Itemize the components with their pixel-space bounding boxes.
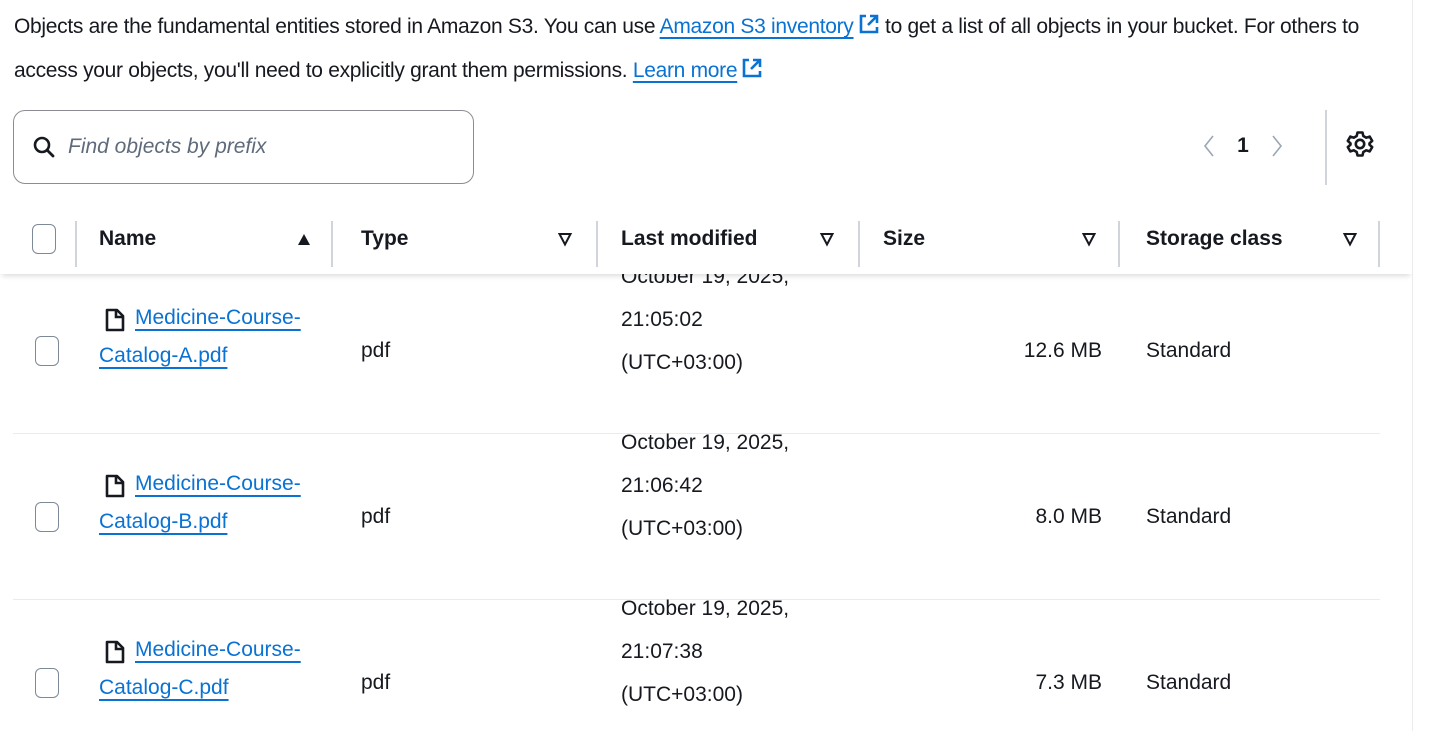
column-header-type[interactable]: Type	[361, 204, 408, 274]
sort-descending-icon[interactable]	[1081, 231, 1097, 247]
objects-panel: Objects are the fundamental entities sto…	[0, 0, 1412, 731]
table-row: Medicine-Course- Catalog-B.pdf pdf Octob…	[0, 431, 1412, 600]
s3-inventory-link[interactable]: Amazon S3 inventory	[660, 14, 880, 38]
search-box[interactable]	[13, 110, 474, 184]
gear-icon	[1346, 131, 1374, 157]
next-page-button[interactable]	[1263, 126, 1291, 166]
chevron-left-icon	[1203, 135, 1214, 157]
table-row: Medicine-Course- Catalog-C.pdf pdf Octob…	[0, 597, 1412, 731]
object-name-link[interactable]: Catalog-B.pdf	[99, 503, 227, 541]
modified-time: 21:06:42	[621, 474, 703, 497]
object-type: pdf	[361, 505, 391, 528]
object-storage-class: Standard	[1146, 339, 1232, 362]
column-header-size[interactable]: Size	[883, 204, 925, 274]
sort-descending-icon[interactable]	[819, 231, 835, 247]
object-size: 8.0 MB	[1035, 505, 1102, 528]
sort-descending-icon[interactable]	[557, 231, 573, 247]
modified-timezone: (UTC+03:00)	[621, 351, 743, 374]
object-name-link[interactable]: Catalog-C.pdf	[99, 669, 229, 707]
object-name-link[interactable]: Medicine-Course-	[135, 465, 301, 503]
file-icon	[105, 474, 125, 498]
page-scrollbar[interactable]	[1412, 0, 1445, 731]
modified-date: October 19, 2025,	[621, 431, 790, 454]
external-link-icon	[858, 8, 880, 50]
file-icon	[105, 640, 125, 664]
column-divider[interactable]	[858, 221, 860, 267]
external-link-icon	[741, 52, 763, 94]
page-number-button[interactable]: 1	[1223, 134, 1263, 158]
row-checkbox[interactable]	[35, 668, 59, 698]
modified-time: 21:05:02	[621, 308, 703, 331]
pagination: 1	[1195, 124, 1291, 168]
object-size: 12.6 MB	[1023, 339, 1102, 362]
search-icon	[32, 135, 56, 159]
table-row: Medicine-Course- Catalog-A.pdf pdf Octob…	[0, 265, 1412, 434]
object-size: 7.3 MB	[1035, 671, 1102, 694]
learn-more-link[interactable]: Learn more	[633, 58, 763, 82]
column-divider[interactable]	[1118, 221, 1120, 267]
column-divider[interactable]	[331, 221, 333, 267]
column-header-name[interactable]: Name	[99, 204, 156, 274]
modified-time: 21:07:38	[621, 640, 703, 663]
description-text: Objects are the fundamental entities sto…	[14, 15, 660, 38]
column-header-last-modified[interactable]: Last modified	[621, 204, 758, 274]
preferences-button[interactable]	[1344, 128, 1376, 160]
table-header: Name Type Last modified Size Storage cla…	[0, 204, 1412, 274]
chevron-right-icon	[1272, 135, 1283, 157]
object-type: pdf	[361, 339, 391, 362]
file-icon	[105, 308, 125, 332]
object-storage-class: Standard	[1146, 505, 1232, 528]
toolbar-divider	[1325, 110, 1327, 185]
object-name-link[interactable]: Medicine-Course-	[135, 299, 301, 337]
object-last-modified: October 19, 2025, 21:07:38 (UTC+03:00)	[621, 587, 861, 716]
object-storage-class: Standard	[1146, 671, 1232, 694]
column-divider	[75, 221, 77, 267]
row-checkbox[interactable]	[35, 336, 59, 366]
modified-date: October 19, 2025,	[621, 597, 790, 620]
objects-description: Objects are the fundamental entities sto…	[14, 6, 1399, 94]
object-name-link[interactable]: Medicine-Course-	[135, 631, 301, 669]
object-type: pdf	[361, 671, 391, 694]
sort-descending-icon[interactable]	[1342, 231, 1358, 247]
object-last-modified: October 19, 2025, 21:05:02 (UTC+03:00)	[621, 255, 861, 384]
sort-ascending-icon[interactable]	[296, 231, 312, 247]
column-divider[interactable]	[596, 221, 598, 267]
row-checkbox[interactable]	[35, 502, 59, 532]
column-header-storage-class[interactable]: Storage class	[1146, 204, 1283, 274]
modified-timezone: (UTC+03:00)	[621, 683, 743, 706]
previous-page-button[interactable]	[1195, 126, 1223, 166]
select-all-checkbox[interactable]	[32, 224, 56, 254]
modified-timezone: (UTC+03:00)	[621, 517, 743, 540]
column-divider[interactable]	[1378, 221, 1380, 267]
object-last-modified: October 19, 2025, 21:06:42 (UTC+03:00)	[621, 421, 861, 550]
object-name-link[interactable]: Catalog-A.pdf	[99, 337, 227, 375]
search-input[interactable]	[66, 134, 430, 160]
